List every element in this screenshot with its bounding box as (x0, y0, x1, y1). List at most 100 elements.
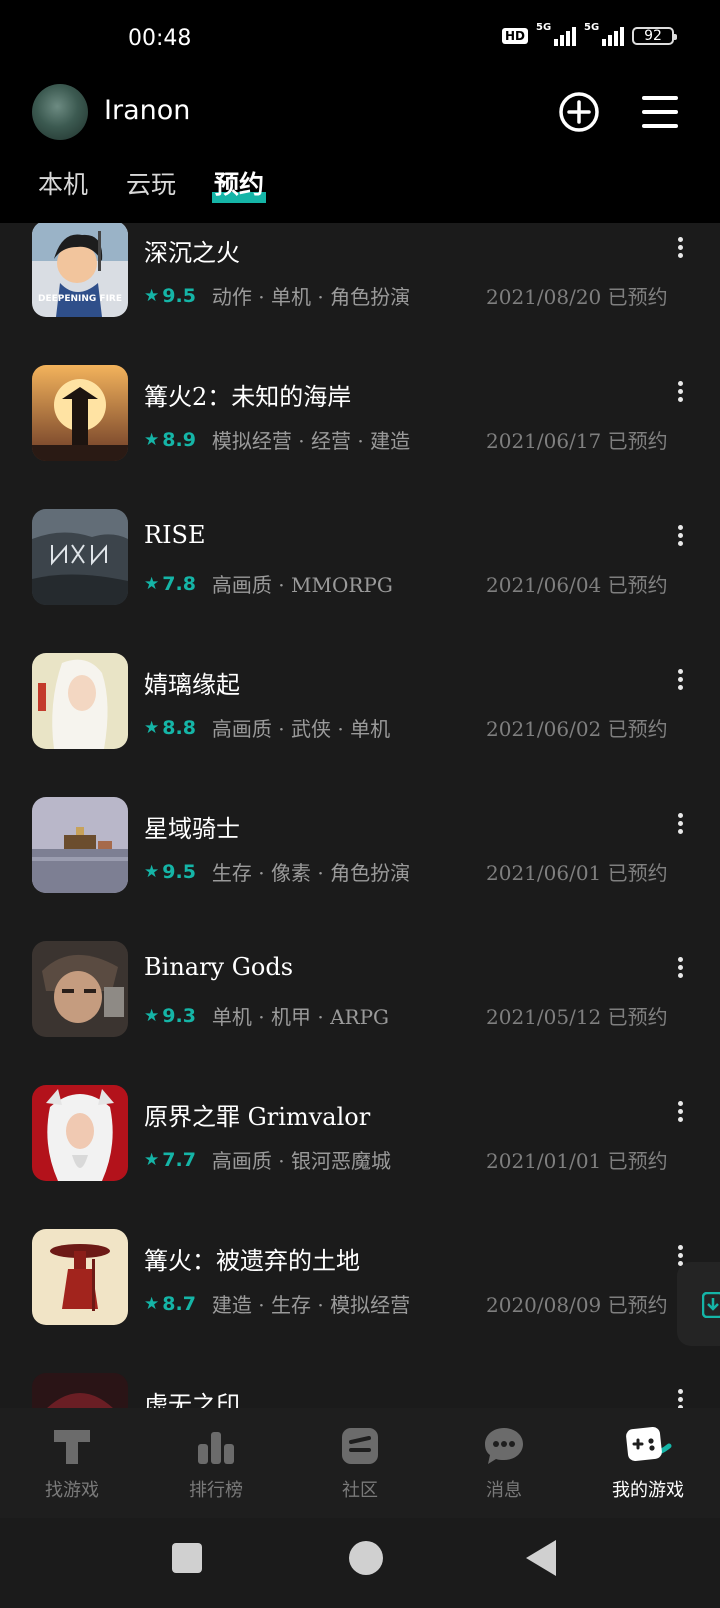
game-title[interactable]: 原界之罪 Grimvalor (144, 1097, 370, 1132)
game-row[interactable]: RISE ★ 7.8 高画质 · MMORPG 2021/06/04 已预约 (0, 509, 720, 653)
game-tags: 建造 · 生存 · 模拟经营 (211, 1293, 411, 1317)
game-title[interactable]: RISE (144, 521, 206, 549)
game-score: ★ 8.9 (144, 428, 196, 451)
game-row[interactable]: 篝火2：未知的海岸 ★ 8.9 模拟经营 · 经营 · 建造 2021/06/17… (0, 365, 720, 509)
nav-community[interactable]: 社区 (300, 1424, 420, 1502)
game-meta: ★ 7.7 高画质 · 银河恶魔城 (144, 1145, 391, 1174)
game-tags: 高画质 · MMORPG (211, 573, 393, 597)
more-options-icon[interactable] (676, 525, 684, 549)
signal-icon: 5G (536, 22, 576, 46)
reserve-date: 2021/08/20 已预约 (486, 285, 668, 309)
more-options-icon[interactable] (676, 381, 684, 405)
more-options-icon[interactable] (676, 1101, 684, 1125)
game-icon[interactable] (32, 653, 128, 749)
game-icon[interactable] (32, 365, 128, 461)
reserved-game-list[interactable]: DEEPENING FIRE 深沉之火 ★ 9.5 动作 · 单机 · 角色扮演 … (0, 223, 720, 1408)
game-icon[interactable] (32, 941, 128, 1037)
menu-icon[interactable] (642, 94, 678, 130)
game-tags: 单机 · 机甲 · ARPG (211, 1005, 390, 1029)
reserve-date: 2021/05/12 已预约 (486, 1005, 668, 1029)
recent-apps-button[interactable] (172, 1543, 202, 1573)
back-button[interactable] (526, 1540, 556, 1576)
game-icon[interactable] (32, 797, 128, 893)
game-icon[interactable]: DEEPENING FIRE (32, 223, 128, 317)
game-score: ★ 9.5 (144, 284, 196, 307)
game-tags: 高画质 · 武侠 · 单机 (211, 717, 391, 741)
game-title[interactable]: 星域骑士 (144, 809, 240, 844)
game-score: ★ 9.3 (144, 1004, 196, 1027)
game-icon[interactable] (32, 509, 128, 605)
app-header: 00:48 HD 5G 5G 92 Iranon 本机 云玩 预约 (0, 0, 720, 223)
game-title[interactable]: 婧璃缘起 (144, 665, 240, 700)
star-icon: ★ (144, 1293, 160, 1314)
username[interactable]: Iranon (104, 95, 190, 126)
tab-reserved[interactable]: 预约 (212, 165, 267, 203)
game-row[interactable]: 婧璃缘起 ★ 8.8 高画质 · 武侠 · 单机 2021/06/02 已预约 (0, 653, 720, 797)
battery-icon: 92 (632, 27, 677, 45)
game-tags: 生存 · 像素 · 角色扮演 (211, 861, 411, 885)
tab-cloud[interactable]: 云玩 (126, 165, 176, 201)
community-icon (342, 1428, 378, 1464)
game-row[interactable]: 篝火：被遗弃的土地 ★ 8.7 建造 · 生存 · 模拟经营 2020/08/09… (0, 1229, 720, 1373)
nav-my-games[interactable]: 我的游戏 (588, 1424, 708, 1502)
star-icon: ★ (144, 861, 160, 882)
more-options-icon[interactable] (676, 669, 684, 693)
game-row[interactable]: 原界之罪 Grimvalor ★ 7.7 高画质 · 银河恶魔城 2021/01/… (0, 1085, 720, 1229)
bottom-navigation: 找游戏 排行榜 社区 消息 我的游戏 (0, 1408, 720, 1518)
more-options-icon[interactable] (676, 957, 684, 981)
game-row[interactable]: 虚无之印 (0, 1373, 720, 1408)
tab-bar: 本机 云玩 预约 (38, 165, 267, 203)
game-score: ★ 7.8 (144, 572, 196, 595)
download-float-button[interactable] (677, 1262, 720, 1346)
game-row[interactable]: 星域骑士 ★ 9.5 生存 · 像素 · 角色扮演 2021/06/01 已预约 (0, 797, 720, 941)
signal-icon-2: 5G (584, 22, 624, 46)
my-games-icon (626, 1427, 672, 1461)
star-icon: ★ (144, 573, 160, 594)
game-score: ★ 9.5 (144, 860, 196, 883)
game-meta: ★ 9.3 单机 · 机甲 · ARPG (144, 1001, 389, 1030)
game-meta: ★ 8.7 建造 · 生存 · 模拟经营 (144, 1289, 410, 1318)
reserve-date: 2021/06/04 已预约 (486, 573, 668, 597)
star-icon: ★ (144, 1149, 160, 1170)
star-icon: ★ (144, 429, 160, 450)
game-score: ★ 8.8 (144, 716, 196, 739)
ranking-icon (198, 1432, 234, 1464)
star-icon: ★ (144, 285, 160, 306)
reserve-date: 2021/06/17 已预约 (486, 429, 668, 453)
tab-local[interactable]: 本机 (38, 165, 88, 201)
nav-messages[interactable]: 消息 (444, 1424, 564, 1502)
nav-find-games[interactable]: 找游戏 (12, 1424, 132, 1502)
game-meta: ★ 8.9 模拟经营 · 经营 · 建造 (144, 425, 410, 454)
reserve-date: 2021/06/01 已预约 (486, 861, 668, 885)
game-row[interactable]: Binary Gods ★ 9.3 单机 · 机甲 · ARPG 2021/05/… (0, 941, 720, 1085)
game-meta: ★ 9.5 动作 · 单机 · 角色扮演 (144, 281, 410, 310)
game-title[interactable]: 深沉之火 (144, 233, 240, 268)
message-icon (485, 1428, 523, 1464)
game-icon[interactable] (32, 1085, 128, 1181)
game-title[interactable]: 篝火：被遗弃的土地 (144, 1241, 360, 1276)
game-title[interactable]: Binary Gods (144, 953, 293, 981)
game-score: ★ 8.7 (144, 1292, 196, 1315)
game-title[interactable]: 虚无之印 (144, 1385, 240, 1408)
nav-ranking[interactable]: 排行榜 (156, 1424, 276, 1502)
game-title[interactable]: 篝火2：未知的海岸 (144, 377, 351, 412)
find-games-icon (54, 1430, 90, 1464)
more-options-icon[interactable] (676, 813, 684, 837)
more-options-icon[interactable] (676, 1389, 684, 1408)
game-icon[interactable] (32, 1373, 128, 1408)
avatar[interactable] (32, 84, 88, 140)
game-row[interactable]: DEEPENING FIRE 深沉之火 ★ 9.5 动作 · 单机 · 角色扮演 … (0, 223, 720, 365)
game-tags: 高画质 · 银河恶魔城 (211, 1149, 391, 1173)
game-meta: ★ 9.5 生存 · 像素 · 角色扮演 (144, 857, 410, 886)
game-tags: 模拟经营 · 经营 · 建造 (211, 429, 411, 453)
more-options-icon[interactable] (676, 237, 684, 261)
reserve-date: 2021/01/01 已预约 (486, 1149, 668, 1173)
system-navigation (0, 1518, 720, 1608)
game-meta: ★ 7.8 高画质 · MMORPG (144, 569, 393, 598)
home-button[interactable] (349, 1541, 383, 1575)
add-circle-icon[interactable] (559, 92, 599, 132)
game-icon[interactable] (32, 1229, 128, 1325)
status-icons: HD 5G 5G 92 (501, 22, 677, 46)
game-meta: ★ 8.8 高画质 · 武侠 · 单机 (144, 713, 390, 742)
reserve-date: 2020/08/09 已预约 (486, 1293, 668, 1317)
